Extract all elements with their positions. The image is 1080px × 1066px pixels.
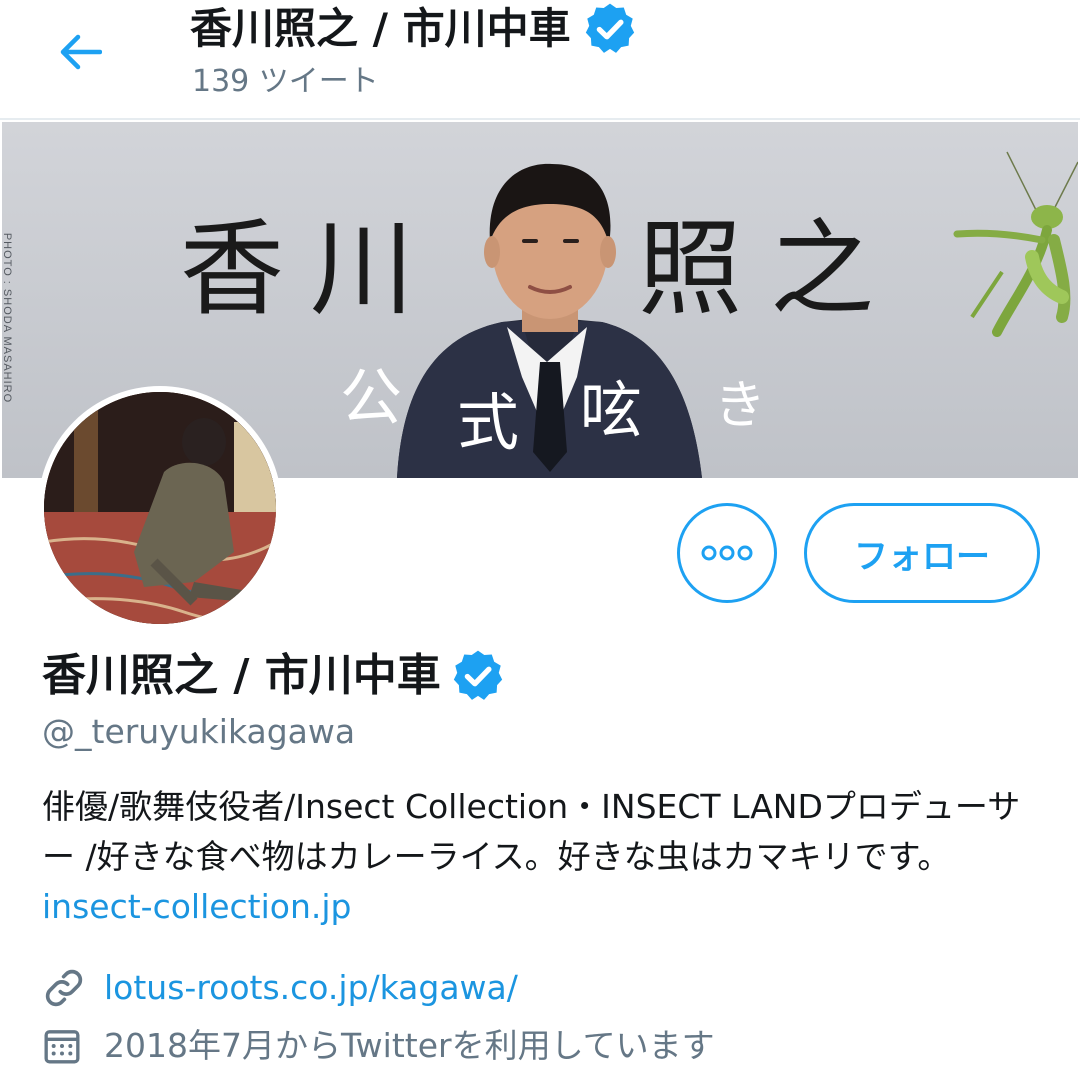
profile-page: 香川照之 / 市川中車 139 ツイート PHOTO : SHODA MASAH… [0, 0, 1080, 1066]
verified-badge-icon [453, 650, 502, 700]
more-options-button[interactable] [677, 503, 777, 603]
top-bar: 香川照之 / 市川中車 139 ツイート [0, 0, 1080, 120]
bio: 俳優/歌舞伎役者/Insect Collection・INSECT LANDプロ… [42, 782, 1042, 932]
avatar-image [44, 392, 276, 624]
calendar-icon [42, 1024, 92, 1066]
follow-button[interactable]: フォロー [804, 503, 1040, 603]
follow-button-label: フォロー [854, 536, 990, 577]
user-handle: @_teruyukikagawa [42, 712, 356, 751]
verified-badge-icon [585, 3, 634, 53]
avatar[interactable] [38, 386, 282, 630]
back-button[interactable] [50, 26, 110, 78]
header-title-text: 香川照之 / 市川中車 [190, 4, 571, 53]
banner-sub-char: 呟 [580, 374, 643, 447]
website-row: lotus-roots.co.jp/kagawa/ [42, 966, 518, 1010]
joined-date: 2018年7月からTwitterを利用しています [104, 1026, 715, 1065]
banner-sub-char: 公 [340, 361, 403, 434]
bio-link[interactable]: insect-collection.jp [42, 887, 352, 926]
bio-text: 俳優/歌舞伎役者/Insect Collection・INSECT LANDプロ… [42, 787, 1021, 876]
banner-name-char: 照 [638, 208, 743, 330]
joined-row: 2018年7月からTwitterを利用しています [42, 1024, 715, 1066]
banner-name-char: 之 [770, 208, 875, 330]
mantis-illustration [953, 151, 1078, 337]
banner-sub-char: 式 [457, 386, 520, 459]
header-title: 香川照之 / 市川中車 [190, 0, 639, 58]
arrow-left-icon [60, 34, 102, 70]
website-link[interactable]: lotus-roots.co.jp/kagawa/ [104, 966, 518, 1010]
banner-sub-char: き [714, 376, 767, 436]
display-name-text: 香川照之 / 市川中車 [42, 650, 441, 701]
display-name: 香川照之 / 市川中車 [42, 646, 507, 706]
tweet-count: 139 ツイート [192, 64, 379, 99]
banner-name-char: 香 [180, 208, 285, 330]
more-dots-icon [701, 545, 753, 561]
banner-name-char: 川 [310, 208, 415, 330]
link-icon [42, 966, 92, 1010]
